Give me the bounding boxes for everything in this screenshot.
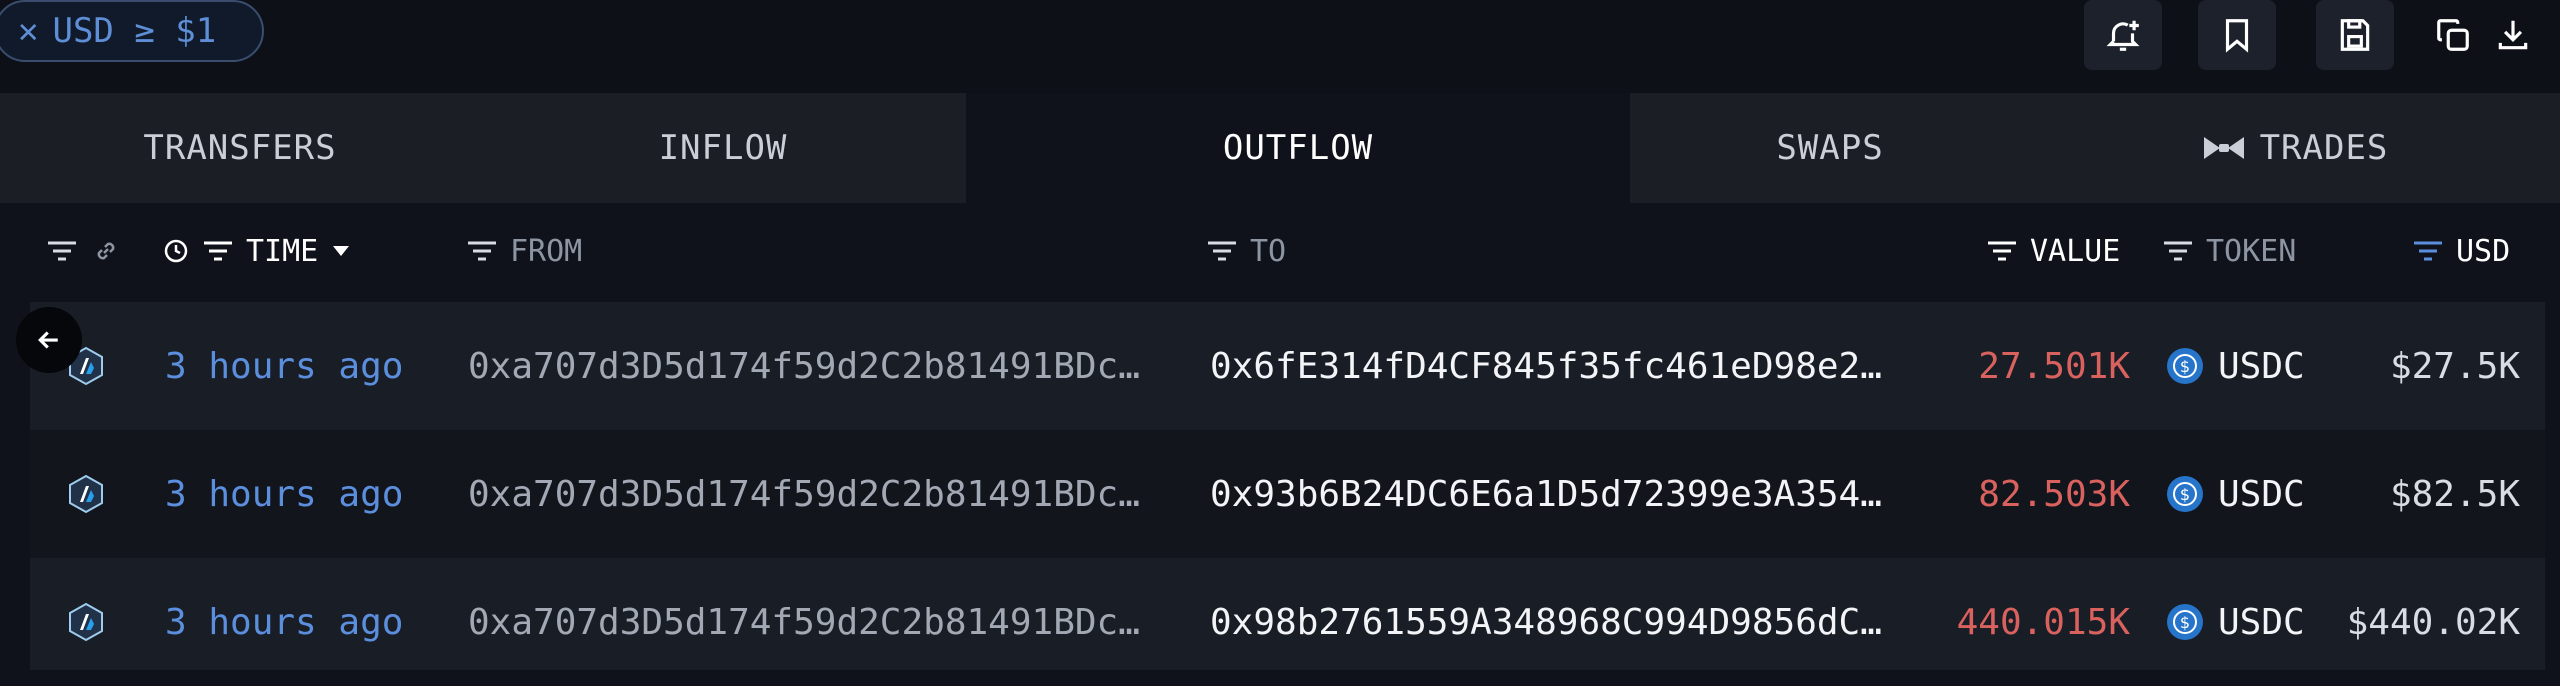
tab-inflow[interactable]: INFLOW: [480, 93, 966, 203]
table-row[interactable]: 3 hours ago 0xa707d3D5d174f59d2C2b81491B…: [30, 430, 2545, 558]
filter-icon[interactable]: [466, 238, 498, 264]
bell-plus-icon: [2106, 20, 2140, 51]
download-icon: [2498, 20, 2528, 50]
bowtie-icon: [2203, 137, 2244, 159]
tab-outflow[interactable]: OUTFLOW: [966, 93, 1630, 203]
svg-text:$: $: [2180, 613, 2190, 632]
to-address-cell[interactable]: 0x98b2761559A348968C994D9856dC…: [1210, 558, 1882, 686]
filter-icon[interactable]: [1206, 238, 1238, 264]
usd-cell: $27.5K: [2389, 345, 2520, 387]
tab-label: TRADES: [2259, 128, 2389, 168]
token-column-label: TOKEN: [2206, 233, 2297, 269]
tab-label: TRANSFERS: [143, 128, 337, 168]
filter-icon[interactable]: [202, 238, 234, 264]
tab-trades[interactable]: TRADES: [2030, 93, 2560, 203]
arrow-left-icon: [38, 331, 58, 349]
time-cell[interactable]: 3 hours ago: [165, 302, 403, 430]
filter-icon[interactable]: [1986, 238, 2018, 264]
filter-chip-label: USD ≥ $1: [52, 11, 217, 51]
from-column-header[interactable]: FROM: [466, 203, 582, 299]
token-symbol: USDC: [2218, 345, 2305, 387]
download-button[interactable]: [2474, 0, 2552, 70]
from-column-label: FROM: [510, 233, 583, 269]
filter-icon[interactable]: [2412, 238, 2444, 264]
time-cell[interactable]: 3 hours ago: [165, 558, 403, 686]
table-row[interactable]: 3 hours ago 0xa707d3D5d174f59d2C2b81491B…: [30, 302, 2545, 430]
value-cell: 27.501K: [1978, 345, 2130, 387]
chain-filter-header[interactable]: [46, 203, 122, 299]
usd-column-header[interactable]: USD: [2412, 203, 2510, 299]
usdc-icon: $: [2167, 604, 2203, 640]
time-column-label: TIME: [246, 233, 319, 269]
top-bar: ✕ USD ≥ $1: [0, 0, 2560, 93]
token-cell[interactable]: $ USDC: [2166, 430, 2305, 558]
tab-transfers[interactable]: TRANSFERS: [0, 93, 480, 203]
token-symbol: USDC: [2218, 473, 2305, 515]
tab-label: INFLOW: [658, 128, 788, 168]
close-icon[interactable]: ✕: [18, 11, 38, 51]
table-row[interactable]: 3 hours ago 0xa707d3D5d174f59d2C2b81491B…: [30, 558, 2545, 670]
tab-swaps[interactable]: SWAPS: [1630, 93, 2030, 203]
usdc-icon: $: [2167, 348, 2203, 384]
bookmark-button[interactable]: [2198, 0, 2276, 70]
value-cell: 440.015K: [1956, 601, 2130, 643]
back-button[interactable]: [16, 307, 82, 373]
copy-icon: [2437, 19, 2469, 51]
filter-icon: [48, 241, 76, 261]
svg-text:$: $: [2180, 357, 2190, 376]
usdc-icon: $: [2167, 476, 2203, 512]
usd-column-label: USD: [2456, 233, 2511, 269]
value-column-header[interactable]: VALUE: [1986, 203, 2120, 299]
from-address-cell[interactable]: 0xa707d3D5d174f59d2C2b81491BDc…: [468, 558, 1140, 686]
link-icon: [97, 242, 115, 260]
sort-down-icon[interactable]: [330, 244, 352, 258]
from-address-cell[interactable]: 0xa707d3D5d174f59d2C2b81491BDc…: [468, 430, 1140, 558]
usd-cell: $440.02K: [2346, 601, 2520, 643]
tab-label: OUTFLOW: [1222, 128, 1374, 168]
to-column-label: TO: [1250, 233, 1287, 269]
usd-filter-chip[interactable]: ✕ USD ≥ $1: [0, 0, 264, 62]
filter-icon[interactable]: [2162, 238, 2194, 264]
save-icon: [2340, 19, 2370, 51]
clock-icon: [164, 239, 188, 263]
from-address-cell[interactable]: 0xa707d3D5d174f59d2C2b81491BDc…: [468, 302, 1140, 430]
to-address-cell[interactable]: 0x6fE314fD4CF845f35fc461eD98e2…: [1210, 302, 1882, 430]
to-address-cell[interactable]: 0x93b6B24DC6E6a1D5d72399e3A354…: [1210, 430, 1882, 558]
time-cell[interactable]: 3 hours ago: [165, 430, 403, 558]
bookmark-icon: [2225, 19, 2249, 53]
token-cell[interactable]: $ USDC: [2166, 558, 2305, 686]
tab-label: SWAPS: [1776, 128, 1884, 168]
save-button[interactable]: [2316, 0, 2394, 70]
value-column-label: VALUE: [2030, 233, 2121, 269]
time-column-header[interactable]: TIME: [162, 203, 352, 299]
usd-cell: $82.5K: [2389, 473, 2520, 515]
svg-text:$: $: [2180, 485, 2190, 504]
chain-arbitrum-icon: [66, 430, 106, 558]
table-header: TIME FROM TO VALUE TOKEN USD: [0, 203, 2560, 299]
tab-bar: TRANSFERS INFLOW OUTFLOW SWAPS TRADES: [0, 93, 2560, 203]
token-symbol: USDC: [2218, 601, 2305, 643]
value-cell: 82.503K: [1978, 473, 2130, 515]
token-column-header[interactable]: TOKEN: [2162, 203, 2296, 299]
chain-arbitrum-icon: [66, 558, 106, 686]
add-alert-button[interactable]: [2084, 0, 2162, 70]
to-column-header[interactable]: TO: [1206, 203, 1286, 299]
token-cell[interactable]: $ USDC: [2166, 302, 2305, 430]
